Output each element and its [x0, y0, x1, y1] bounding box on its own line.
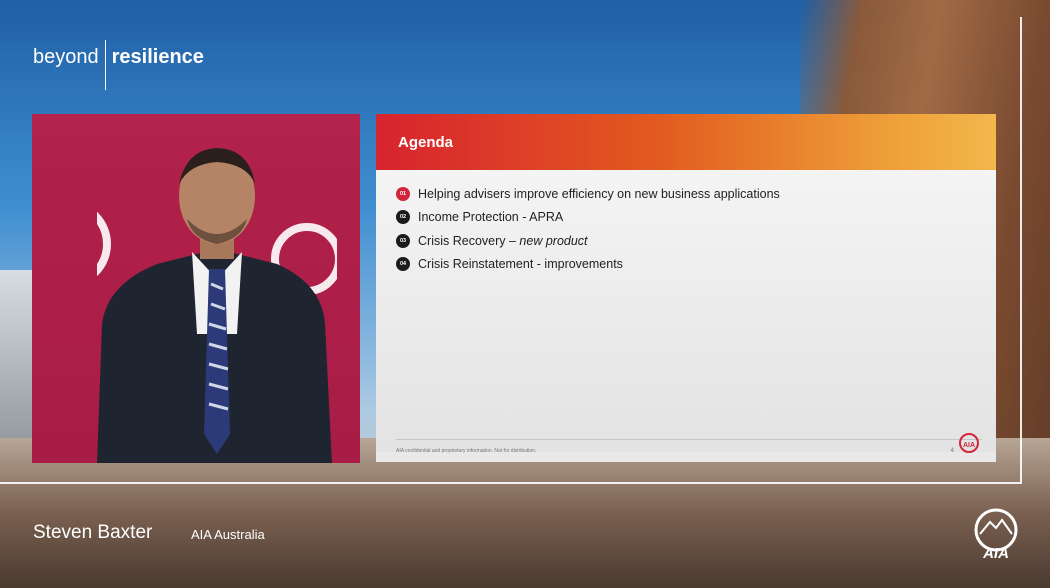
agenda-item-4: 04 Crisis Reinstatement - improvements: [396, 253, 996, 277]
aia-logo-icon: AIA: [974, 508, 1018, 562]
agenda-emphasis-3: new product: [519, 233, 588, 248]
aia-logo-text: AIA: [982, 545, 1009, 562]
agenda-item-1: 01 Helping advisers improve efficiency o…: [396, 182, 996, 206]
agenda-list: 01 Helping advisers improve efficiency o…: [376, 170, 996, 452]
brand-divider: [104, 40, 106, 90]
event-brand: beyond resilience: [33, 32, 204, 90]
agenda-text-4: Crisis Reinstatement - improvements: [418, 257, 623, 272]
agenda-item-3: 03 Crisis Recovery – new product: [396, 229, 996, 253]
slide-header: Agenda: [376, 114, 996, 170]
slide-aia-logo-icon: AIA: [959, 433, 979, 453]
speaker-figure: [97, 148, 337, 463]
agenda-number-3: 03: [396, 233, 410, 248]
agenda-number-1: 01: [396, 186, 410, 201]
speaker-organization: AIA Australia: [191, 527, 265, 542]
slide-page-number: 4: [950, 448, 954, 454]
brand-word-resilience: resilience: [111, 45, 204, 68]
slide-footer-note: AIA confidential and proprietary informa…: [396, 448, 537, 454]
agenda-text-3: Crisis Recovery –: [418, 233, 520, 248]
agenda-text-2: Income Protection - APRA: [418, 210, 564, 225]
brand-word-beyond: beyond: [33, 45, 99, 68]
slide-footer: AIA confidential and proprietary informa…: [396, 439, 982, 462]
agenda-item-2: 02 Income Protection - APRA: [396, 206, 996, 230]
speaker-name: Steven Baxter: [33, 522, 153, 543]
slide-logo-text: AIA: [963, 442, 975, 449]
agenda-number-4: 04: [396, 257, 410, 272]
slide-title: Agenda: [398, 133, 454, 151]
agenda-number-2: 02: [396, 210, 410, 225]
agenda-text-1: Helping advisers improve efficiency on n…: [418, 186, 780, 201]
presentation-slide: Agenda 01 Helping advisers improve effic…: [376, 114, 996, 462]
speaker-video[interactable]: [32, 114, 360, 463]
